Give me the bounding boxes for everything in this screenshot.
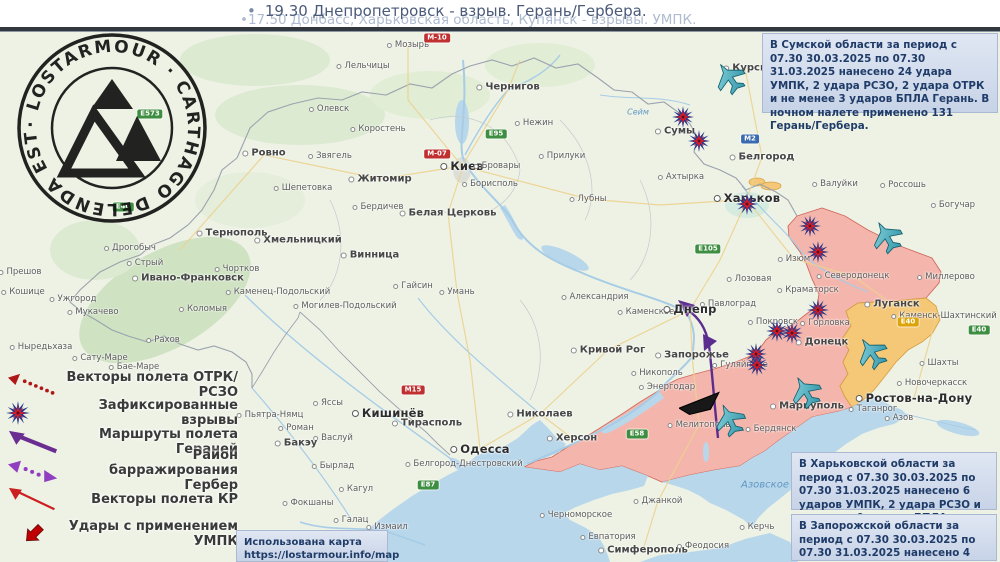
slide-header: •17.50 Донбасс, Харьковская область, Куп… — [0, 0, 1000, 28]
header-line1-text: 19.30 Днепропетровск - взрыв. Герань/Гер… — [264, 2, 647, 20]
kharkiv-info-box: В Харьковской области за период с 07.30 … — [791, 452, 997, 538]
legend-icon-cell — [6, 457, 66, 483]
lostarmour-emblem — [56, 79, 161, 178]
umpk-icon — [6, 521, 62, 547]
legend-item-label: Векторы полета ОТРК/РСЗО — [66, 370, 238, 400]
legend-item-kr: Векторы полета КР — [6, 485, 238, 513]
legend-item-label: Зафиксированные взрывы — [98, 398, 238, 428]
kr-icon — [6, 486, 62, 512]
gerber-icon — [6, 457, 62, 483]
legend-item-gerber: Район барражирования Гербер — [6, 448, 238, 493]
legend-item-label: Векторы полета КР — [91, 491, 238, 507]
svg-text:· LOSTARMOUR · CARTHAGO DELEND: · LOSTARMOUR · CARTHAGO DELENDA EST — [21, 37, 203, 220]
map-attribution-box: Использована карта https://lostarmour.in… — [236, 530, 399, 562]
legend-icon-cell — [6, 521, 66, 547]
legend-item-label: Удары с применением УМПК — [68, 519, 238, 549]
legend-icon-cell — [6, 400, 66, 426]
bullet-icon: • — [247, 2, 256, 20]
zaporizhzhia-info-box: В Запорожской области за период с 07.30 … — [791, 514, 997, 562]
zaporizhzhia-info-text: В Запорожской области за период с 07.30 … — [799, 520, 976, 562]
header-line-current: • 19.30 Днепропетровск - взрыв. Герань/Ге… — [247, 2, 647, 20]
legend-icon-cell — [6, 486, 66, 512]
lostarmour-map-slide: Киев Бровары Борисполь Белая Церковь Нежин Пр… — [0, 0, 1000, 562]
legend-item-umpk: Удары с применением УМПК — [6, 519, 238, 549]
otrk-icon — [6, 372, 62, 398]
attribution-label: Использована карта — [244, 537, 362, 548]
legend-item-explosion: Зафиксированные взрывы — [6, 398, 238, 428]
logo-ring-text: · LOSTARMOUR · CARTHAGO DELENDA EST — [21, 37, 201, 220]
legend-icon-cell — [6, 429, 66, 455]
legend-icon-cell — [6, 372, 66, 398]
geran-icon — [6, 429, 62, 455]
legend-item-otrk: Векторы полета ОТРК/РСЗО — [6, 370, 238, 400]
lostarmour-logo: · LOSTARMOUR · CARTHAGO DELENDA EST — [17, 33, 207, 223]
explosion-icon — [6, 400, 30, 426]
map-source-url[interactable]: https://lostarmour.info/map — [244, 549, 399, 562]
map-legend: Векторы полета ОТРК/РСЗО Зафиксированные … — [6, 360, 242, 560]
sumy-info-box: В Сумской области за период с 07.30 30.0… — [762, 33, 998, 132]
